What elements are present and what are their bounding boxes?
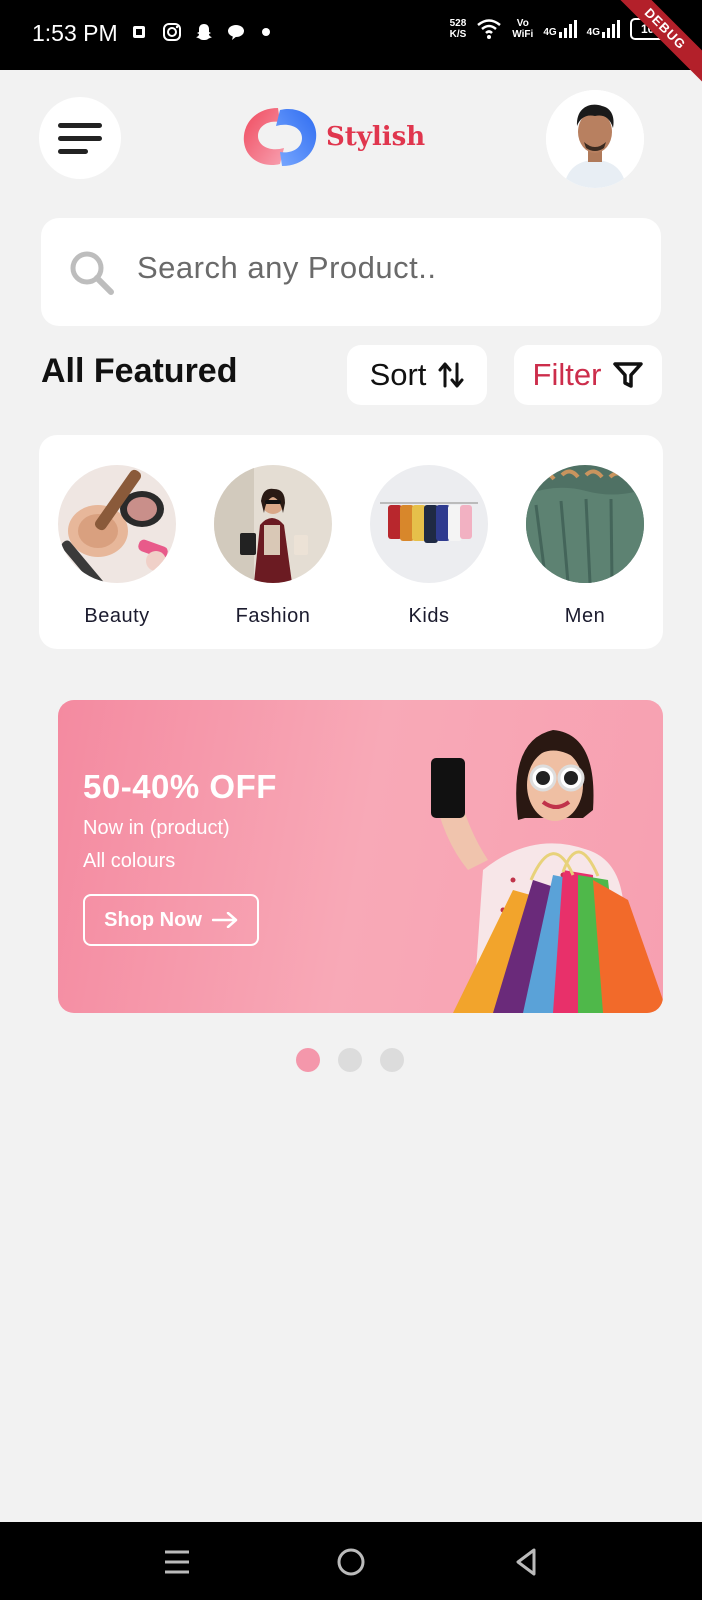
signal-1-label: 4G [543, 27, 557, 38]
menu-icon-line [58, 148, 88, 154]
carousel-dot-active[interactable] [296, 1048, 320, 1072]
category-image [214, 465, 332, 583]
fashion-image [214, 465, 332, 583]
category-kids[interactable]: Kids [370, 465, 488, 628]
signal-bars-icon [558, 20, 577, 38]
category-strip: Beauty Fashion Kids Men [39, 435, 663, 649]
banner-title: 50-40% OFF [83, 768, 277, 805]
app-logo: Stylish [240, 104, 425, 170]
status-time: 1:53 PM [32, 20, 118, 46]
vowifi-top: Vo [516, 18, 529, 29]
signal-2-label: 4G [586, 27, 600, 38]
arrow-right-icon [211, 912, 238, 928]
system-nav-bar [0, 1522, 702, 1600]
kids-image [370, 465, 488, 583]
category-image [58, 465, 176, 583]
recent-apps-icon[interactable] [157, 1542, 197, 1582]
banner-model-image [431, 730, 663, 1013]
carousel-dot[interactable] [380, 1048, 404, 1072]
logo-text: Stylish [326, 122, 426, 152]
search-icon [70, 251, 114, 295]
banner-subtitle-2: All colours [83, 850, 176, 872]
category-image [526, 465, 644, 583]
category-men[interactable]: Men [526, 465, 644, 628]
signal-indicator-1: 4G [543, 20, 577, 38]
sort-arrows-icon [438, 362, 464, 388]
beauty-image [58, 465, 176, 583]
sort-label: Sort [369, 357, 427, 392]
vowifi-indicator: Vo WiFi [512, 18, 533, 40]
carousel-dot[interactable] [338, 1048, 362, 1072]
filter-button[interactable]: Filter [514, 345, 662, 405]
logo-mark-icon [243, 108, 317, 166]
menu-icon [58, 122, 102, 128]
shop-now-button[interactable]: Shop Now [83, 894, 259, 946]
category-beauty[interactable]: Beauty [58, 465, 176, 628]
signal-bars-icon [602, 20, 620, 38]
snapchat-icon [196, 24, 212, 40]
banner-subtitle: Now in (product) [83, 817, 230, 839]
category-label: Men [564, 605, 606, 627]
wifi-icon [477, 19, 502, 39]
network-speed: 528 K/S [450, 18, 467, 40]
profile-avatar[interactable] [546, 90, 644, 188]
category-label: Beauty [84, 605, 150, 627]
category-label: Fashion [235, 605, 311, 627]
sort-button[interactable]: Sort [347, 345, 487, 405]
vowifi-bottom: WiFi [512, 29, 534, 40]
men-image [526, 465, 644, 583]
app-notification-icon [133, 26, 145, 38]
signal-indicator-2: 4G [587, 20, 620, 38]
status-bar: 1:53 PM 528 K/S Vo WiFi 4G 4G 100 DEBUG [0, 0, 702, 90]
notification-icons [130, 22, 270, 42]
funnel-icon [613, 362, 644, 388]
system-indicators: 528 K/S Vo WiFi 4G 4G 100 [450, 18, 672, 40]
menu-button[interactable] [39, 97, 121, 179]
debug-banner: DEBUG [604, 0, 702, 90]
more-notifications-dot [262, 28, 270, 36]
filter-label: Filter [532, 357, 602, 392]
carousel-indicator [296, 1048, 404, 1072]
category-fashion[interactable]: Fashion [214, 465, 332, 628]
network-speed-value: 528 [449, 18, 467, 29]
search-bar[interactable]: Search any Product.. [41, 218, 661, 326]
section-title: All Featured [41, 352, 238, 390]
avatar-image [546, 90, 644, 188]
shop-now-label: Shop Now [104, 908, 202, 931]
category-label: Kids [408, 605, 450, 627]
category-image [370, 465, 488, 583]
promo-banner[interactable]: 50-40% OFF Now in (product) All colours … [58, 700, 663, 1013]
home-icon[interactable] [331, 1542, 371, 1582]
search-input[interactable]: Search any Product.. [137, 250, 437, 286]
menu-icon-line [58, 135, 102, 141]
instagram-icon [163, 23, 181, 41]
chat-bubble-icon [228, 25, 244, 40]
back-icon[interactable] [506, 1542, 546, 1582]
network-speed-unit: K/S [449, 29, 467, 40]
